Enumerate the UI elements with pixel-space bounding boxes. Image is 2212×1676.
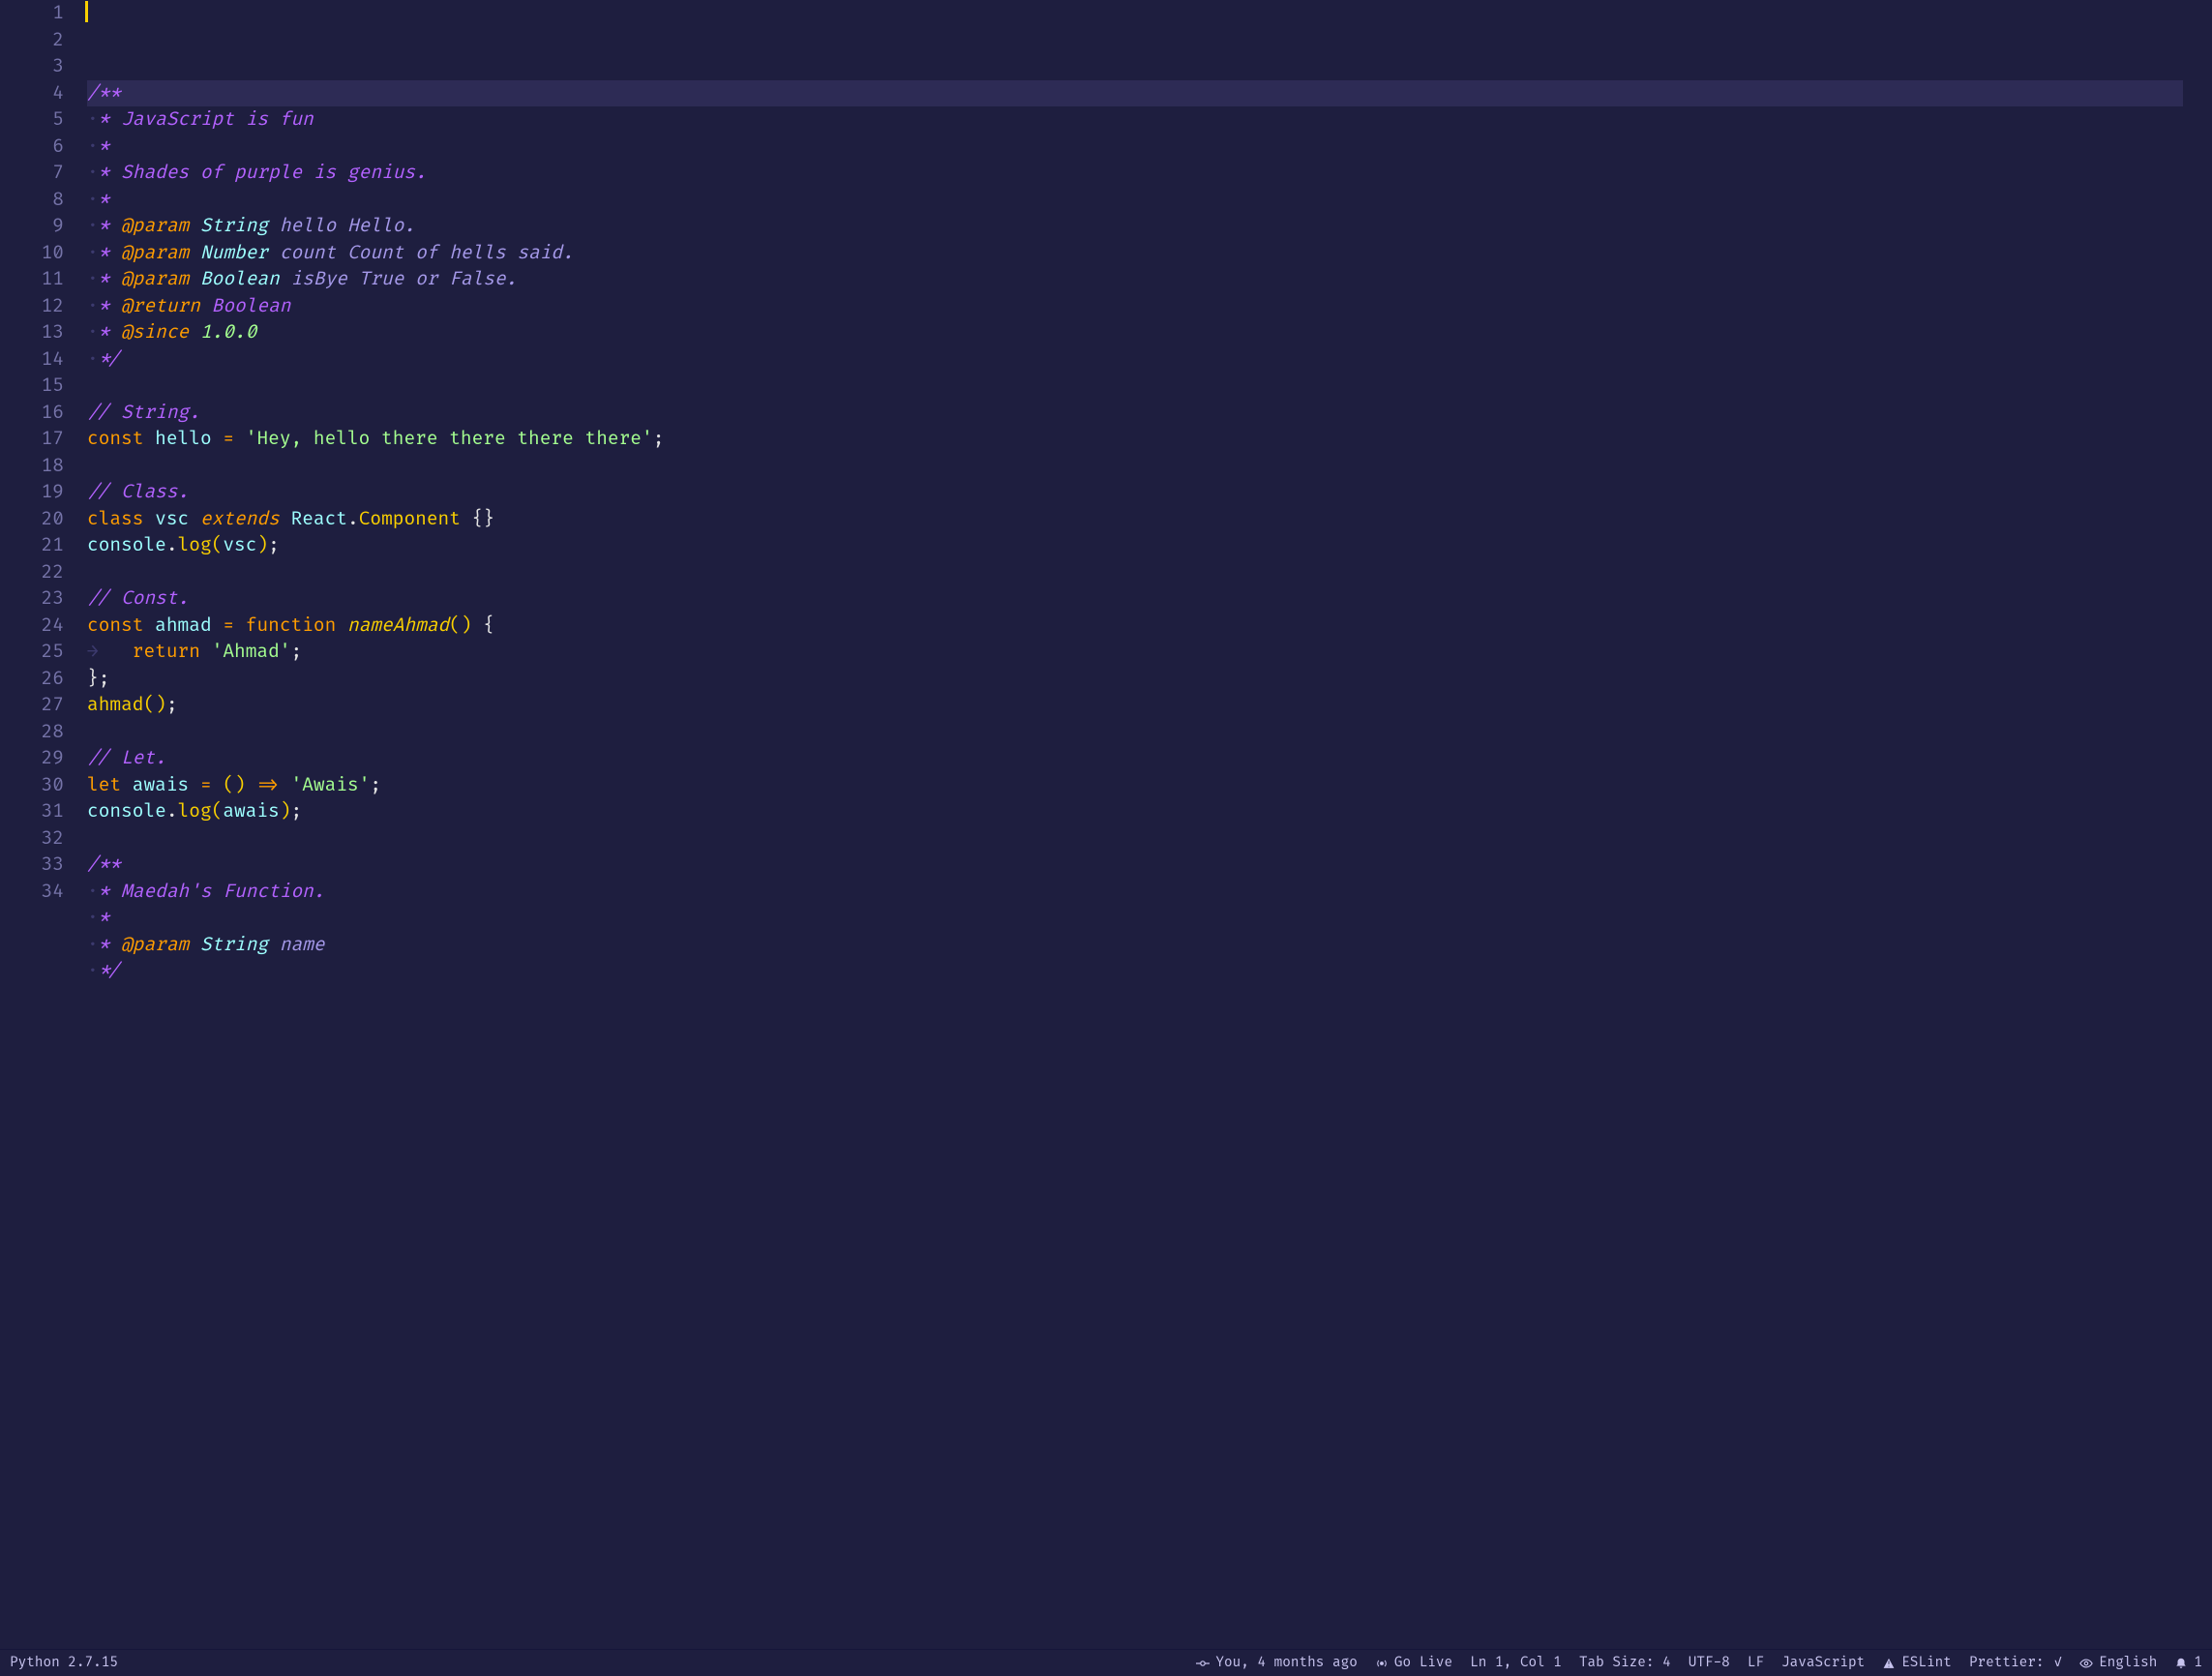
line-number[interactable]: 15 [0, 373, 64, 400]
line-number[interactable]: 31 [0, 798, 64, 825]
code-line[interactable] [87, 719, 2183, 746]
code-line[interactable]: /** [87, 80, 2183, 107]
code-line[interactable]: const hello = 'Hey, hello there there th… [87, 426, 2183, 453]
code-line[interactable]: ·* JavaScript is fun [87, 106, 2183, 134]
code-line[interactable] [87, 559, 2183, 586]
status-tab-size[interactable]: Tab Size: 4 [1579, 1655, 1671, 1671]
line-number[interactable]: 22 [0, 559, 64, 586]
code-line[interactable]: ·* [87, 905, 2183, 932]
status-eslint[interactable]: ESLint [1882, 1655, 1952, 1671]
code-line[interactable]: ·*/ [87, 958, 2183, 985]
code-line[interactable]: console.log(vsc); [87, 532, 2183, 559]
line-number[interactable]: 3 [0, 53, 64, 80]
line-number[interactable]: 26 [0, 666, 64, 693]
code-line[interactable]: console.log(awais); [87, 798, 2183, 825]
status-language[interactable]: JavaScript [1781, 1655, 1865, 1671]
code-line[interactable]: class vsc extends React.Component {} [87, 506, 2183, 533]
code-line[interactable] [87, 373, 2183, 400]
code-line[interactable]: // Const. [87, 585, 2183, 613]
status-go-live-text: Go Live [1394, 1655, 1452, 1671]
code-line[interactable]: ·* @param String name [87, 932, 2183, 959]
warning-icon [1882, 1657, 1896, 1670]
code-line[interactable]: ·* @param Boolean isBye True or False. [87, 266, 2183, 293]
line-number[interactable]: 33 [0, 852, 64, 879]
line-number[interactable]: 16 [0, 400, 64, 427]
line-number[interactable]: 25 [0, 639, 64, 666]
line-number[interactable]: 20 [0, 506, 64, 533]
code-line[interactable]: // Let. [87, 745, 2183, 772]
line-number[interactable]: 17 [0, 426, 64, 453]
code-line[interactable]: /** [87, 852, 2183, 879]
line-number[interactable]: 2 [0, 27, 64, 54]
text-cursor [85, 1, 88, 22]
editor: 1234567891011121314151617181920212223242… [0, 0, 2212, 1649]
line-number[interactable]: 4 [0, 80, 64, 107]
line-number[interactable]: 28 [0, 719, 64, 746]
code-line[interactable] [87, 453, 2183, 480]
line-number[interactable]: 27 [0, 692, 64, 719]
broadcast-icon [1375, 1657, 1389, 1670]
code-line[interactable]: let awais = () => 'Awais'; [87, 772, 2183, 799]
line-number[interactable]: 14 [0, 346, 64, 374]
eye-icon [2079, 1657, 2093, 1670]
code-line[interactable]: → return 'Ahmad'; [87, 639, 2183, 666]
bell-icon [2174, 1657, 2188, 1670]
code-line[interactable]: const ahmad = function nameAhmad() { [87, 613, 2183, 640]
status-bar: Python 2.7.15 You, 4 months ago Go Live … [0, 1649, 2212, 1676]
status-cursor-position[interactable]: Ln 1, Col 1 [1470, 1655, 1562, 1671]
code-line[interactable]: ·* @param Number count Count of hells sa… [87, 240, 2183, 267]
line-number[interactable]: 13 [0, 319, 64, 346]
status-spell[interactable]: English [2079, 1655, 2157, 1671]
code-line[interactable]: // Class. [87, 479, 2183, 506]
code-line[interactable]: ·* Shades of purple is genius. [87, 160, 2183, 187]
line-number[interactable]: 8 [0, 187, 64, 214]
code-area[interactable]: /**·* JavaScript is fun·*·* Shades of pu… [85, 0, 2183, 1649]
git-commit-icon [1196, 1657, 1210, 1670]
code-line[interactable]: }; [87, 666, 2183, 693]
status-notifications[interactable]: 1 [2174, 1655, 2202, 1671]
line-number[interactable]: 24 [0, 613, 64, 640]
line-number[interactable]: 6 [0, 134, 64, 161]
status-encoding[interactable]: UTF-8 [1689, 1655, 1730, 1671]
code-line[interactable]: ahmad(); [87, 692, 2183, 719]
status-go-live[interactable]: Go Live [1375, 1655, 1452, 1671]
code-line[interactable]: ·*/ [87, 346, 2183, 374]
line-number[interactable]: 9 [0, 213, 64, 240]
code-line[interactable]: ·* @return Boolean [87, 293, 2183, 320]
code-line[interactable]: ·* @param String hello Hello. [87, 213, 2183, 240]
status-eslint-text: ESLint [1901, 1655, 1952, 1671]
status-git-blame[interactable]: You, 4 months ago [1196, 1655, 1357, 1671]
line-number[interactable]: 7 [0, 160, 64, 187]
line-number[interactable]: 30 [0, 772, 64, 799]
line-number[interactable]: 34 [0, 879, 64, 906]
line-number[interactable]: 23 [0, 585, 64, 613]
status-blame-text: You, 4 months ago [1215, 1655, 1357, 1671]
code-line[interactable] [87, 825, 2183, 853]
code-line[interactable]: ·* @since 1.0.0 [87, 319, 2183, 346]
code-line[interactable]: ·* Maedah's Function. [87, 879, 2183, 906]
status-spell-text: English [2099, 1655, 2157, 1671]
line-number-gutter[interactable]: 1234567891011121314151617181920212223242… [0, 0, 85, 1649]
line-number[interactable]: 21 [0, 532, 64, 559]
minimap[interactable] [2183, 0, 2212, 1649]
code-line[interactable]: ·* [87, 134, 2183, 161]
line-number[interactable]: 10 [0, 240, 64, 267]
status-bell-count: 1 [2194, 1655, 2202, 1671]
line-number[interactable]: 19 [0, 479, 64, 506]
code-line[interactable]: ·* [87, 187, 2183, 214]
status-prettier[interactable]: Prettier: [1969, 1655, 2062, 1671]
line-number[interactable]: 12 [0, 293, 64, 320]
line-number[interactable]: 11 [0, 266, 64, 293]
line-number[interactable]: 5 [0, 106, 64, 134]
line-number[interactable]: 32 [0, 825, 64, 853]
status-python[interactable]: Python 2.7.15 [10, 1655, 118, 1671]
line-number[interactable]: 18 [0, 453, 64, 480]
line-number[interactable]: 1 [0, 0, 64, 27]
status-eol[interactable]: LF [1748, 1655, 1764, 1671]
line-number[interactable]: 29 [0, 745, 64, 772]
code-line[interactable]: // String. [87, 400, 2183, 427]
